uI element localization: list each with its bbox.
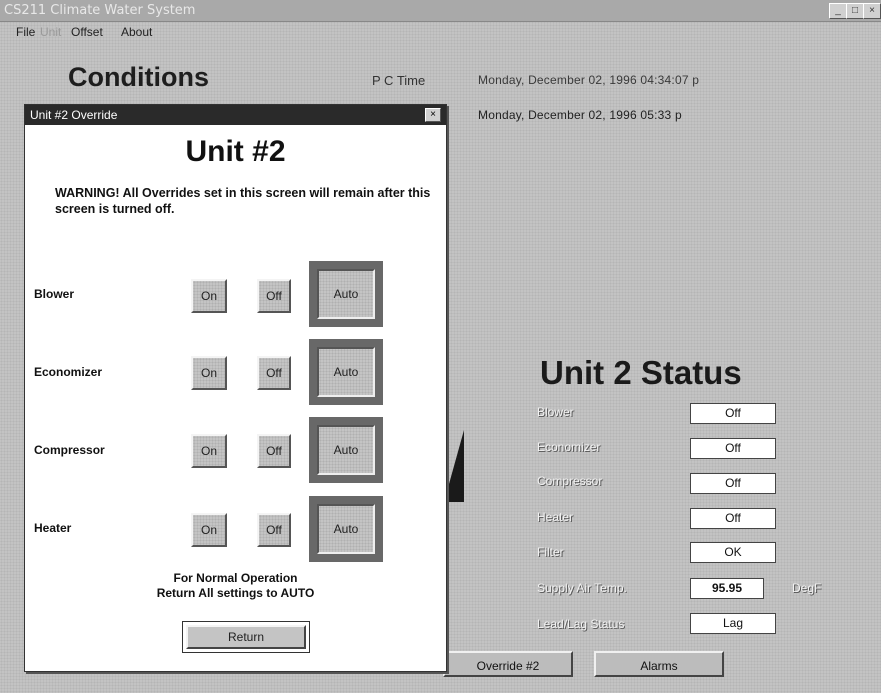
normal-operation-line2: Return All settings to AUTO: [156, 586, 315, 600]
blower-on-button[interactable]: On: [191, 279, 227, 313]
status-heading: Unit 2 Status: [540, 354, 742, 391]
status-value-lead-lag: Lag: [690, 613, 776, 634]
heater-auto-frame: Auto: [309, 496, 383, 562]
blower-auto-button[interactable]: Auto: [317, 269, 375, 319]
normal-operation-line1: For Normal Operation: [173, 571, 298, 585]
dialog-close-button[interactable]: ×: [425, 108, 441, 122]
application-window: CS211 Climate Water System _ □ × File Un…: [0, 0, 881, 693]
row-label-heater: Heater: [34, 521, 72, 535]
status-value-blower: Off: [690, 403, 776, 424]
pc-time-label: P C Time: [372, 73, 426, 88]
status-value-economizer: Off: [690, 438, 776, 459]
status-label-filter: Filter: [537, 545, 564, 559]
heater-off-button[interactable]: Off: [257, 513, 291, 547]
status-label-blower: Blower: [537, 405, 574, 419]
menu-unit[interactable]: Unit: [40, 25, 61, 39]
status-value-compressor: Off: [690, 473, 776, 494]
override-dialog: Unit #2 Override × Unit #2 WARNING! All …: [24, 104, 447, 672]
system-time-value: Monday, December 02, 1996 05:33 p: [478, 108, 682, 122]
economizer-auto-frame: Auto: [309, 339, 383, 405]
heater-on-button[interactable]: On: [191, 513, 227, 547]
status-label-compressor: Compressor: [537, 474, 603, 488]
compressor-off-button[interactable]: Off: [257, 434, 291, 468]
status-value-supply-air-temp: 95.95: [690, 578, 764, 599]
normal-operation-note: For Normal Operation Return All settings…: [25, 571, 446, 601]
maximize-button[interactable]: □: [846, 3, 864, 19]
page-title: Conditions: [68, 62, 209, 92]
minimize-button[interactable]: _: [829, 3, 847, 19]
dialog-title: Unit #2 Override: [30, 108, 118, 122]
menu-offset[interactable]: Offset: [71, 25, 103, 39]
decorative-wedge: [444, 430, 464, 502]
temp-unit-label: DegF: [792, 581, 822, 595]
menu-about[interactable]: About: [121, 25, 152, 39]
pc-time-value: Monday, December 02, 1996 04:34:07 p: [478, 73, 700, 87]
return-button[interactable]: Return: [182, 621, 310, 653]
row-label-compressor: Compressor: [34, 443, 105, 457]
row-label-economizer: Economizer: [34, 365, 103, 379]
window-title: CS211 Climate Water System: [4, 3, 196, 18]
compressor-on-button[interactable]: On: [191, 434, 227, 468]
blower-auto-frame: Auto: [309, 261, 383, 327]
menu-bar: File Unit Offset About: [0, 22, 881, 42]
compressor-auto-frame: Auto: [309, 417, 383, 483]
alarms-button[interactable]: Alarms: [594, 651, 724, 677]
row-label-blower: Blower: [34, 287, 75, 301]
status-label-supply-air-temp: Supply Air Temp.: [537, 581, 627, 595]
override-warning: WARNING! All Overrides set in this scree…: [55, 186, 431, 216]
economizer-off-button[interactable]: Off: [257, 356, 291, 390]
status-label-heater: Heater: [537, 510, 574, 524]
status-value-heater: Off: [690, 508, 776, 529]
override-2-button[interactable]: Override #2: [443, 651, 573, 677]
heater-auto-button[interactable]: Auto: [317, 504, 375, 554]
menu-file[interactable]: File: [16, 25, 35, 39]
blower-off-button[interactable]: Off: [257, 279, 291, 313]
dialog-title-bar: Unit #2 Override ×: [25, 105, 446, 125]
close-button[interactable]: ×: [863, 3, 881, 19]
dialog-heading: Unit #2: [185, 135, 286, 168]
title-bar: CS211 Climate Water System _ □ ×: [0, 0, 881, 22]
status-label-lead-lag: Lead/Lag Status: [537, 617, 625, 631]
economizer-auto-button[interactable]: Auto: [317, 347, 375, 397]
status-value-filter: OK: [690, 542, 776, 563]
compressor-auto-button[interactable]: Auto: [317, 425, 375, 475]
economizer-on-button[interactable]: On: [191, 356, 227, 390]
status-label-economizer: Economizer: [537, 440, 601, 454]
